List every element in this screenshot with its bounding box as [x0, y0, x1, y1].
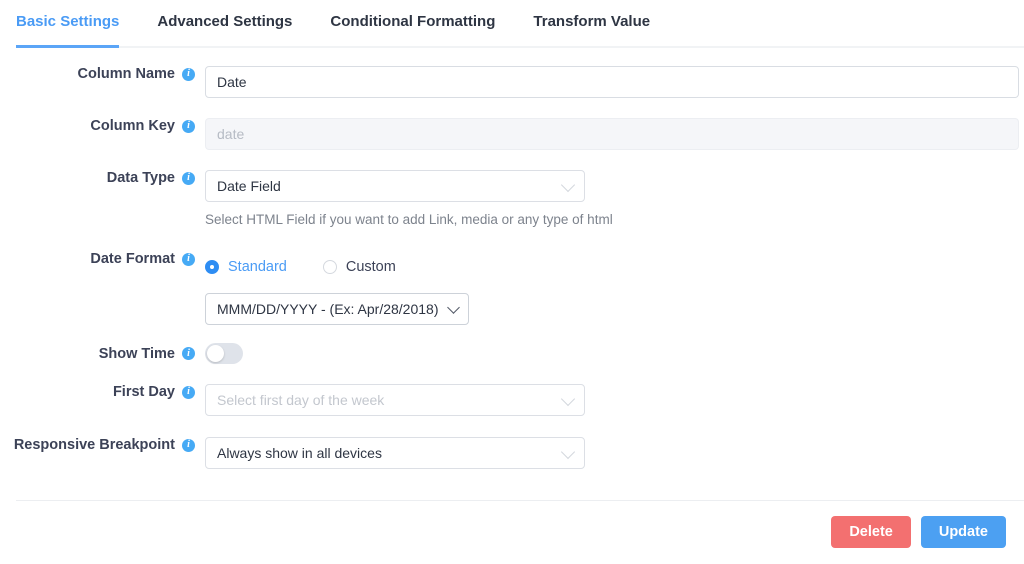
- form-row-date-format: Date Format i Standard Custom MMM/DD/YYY…: [0, 251, 1024, 325]
- form-row-responsive-breakpoint: Responsive Breakpoint i Always show in a…: [0, 437, 1024, 469]
- date-format-select[interactable]: MMM/DD/YYYY - (Ex: Apr/28/2018): [205, 293, 469, 325]
- date-format-value: MMM/DD/YYYY - (Ex: Apr/28/2018): [217, 301, 438, 317]
- show-time-label: Show Time: [99, 346, 175, 362]
- column-key-field-cell: [195, 118, 1024, 150]
- radio-selected-icon: [205, 260, 219, 274]
- show-time-toggle[interactable]: [205, 343, 243, 364]
- radio-option-standard[interactable]: Standard: [205, 259, 287, 275]
- radio-label: Custom: [346, 259, 396, 275]
- date-format-label-cell: Date Format i: [0, 251, 195, 267]
- update-button[interactable]: Update: [921, 516, 1006, 548]
- first-day-select[interactable]: Select first day of the week: [205, 384, 585, 416]
- chevron-down-icon: [448, 301, 461, 314]
- settings-tab-bar: Basic Settings Advanced Settings Conditi…: [0, 0, 1024, 48]
- form-row-first-day: First Day i Select first day of the week: [0, 384, 1024, 416]
- column-key-input: [205, 118, 1019, 150]
- column-key-label: Column Key: [90, 118, 175, 134]
- responsive-breakpoint-field-cell: Always show in all devices: [195, 437, 1024, 469]
- chevron-down-icon: [561, 178, 575, 192]
- date-format-select-wrap: MMM/DD/YYYY - (Ex: Apr/28/2018): [205, 283, 1024, 325]
- radio-unselected-icon: [323, 260, 337, 274]
- data-type-select[interactable]: Date Field: [205, 170, 585, 202]
- tab-label: Advanced Settings: [157, 13, 292, 30]
- radio-label: Standard: [228, 259, 287, 275]
- column-name-label-cell: Column Name i: [0, 66, 195, 82]
- data-type-label: Data Type: [107, 170, 175, 186]
- toggle-knob: [207, 345, 224, 362]
- show-time-label-cell: Show Time i: [0, 346, 195, 362]
- info-icon[interactable]: i: [182, 253, 195, 266]
- tab-label: Transform Value: [533, 13, 650, 30]
- responsive-breakpoint-value: Always show in all devices: [217, 445, 382, 461]
- footer-button-group: Delete Update: [831, 516, 1006, 548]
- date-format-field-cell: Standard Custom MMM/DD/YYYY - (Ex: Apr/2…: [195, 251, 1024, 325]
- tab-advanced-settings[interactable]: Advanced Settings: [157, 0, 292, 48]
- data-type-label-cell: Data Type i: [0, 170, 195, 186]
- chevron-down-icon: [561, 392, 575, 406]
- info-icon[interactable]: i: [182, 172, 195, 185]
- form-row-data-type: Data Type i Date Field Select HTML Field…: [0, 170, 1024, 227]
- info-icon[interactable]: i: [182, 439, 195, 452]
- column-name-input[interactable]: [205, 66, 1019, 98]
- column-name-label: Column Name: [78, 66, 176, 82]
- form-row-column-name: Column Name i: [0, 66, 1024, 98]
- form-row-column-key: Column Key i: [0, 118, 1024, 150]
- info-icon[interactable]: i: [182, 68, 195, 81]
- tab-transform-value[interactable]: Transform Value: [533, 0, 650, 48]
- date-format-radio-group: Standard Custom: [205, 251, 1024, 283]
- column-name-field-cell: [195, 66, 1024, 98]
- responsive-breakpoint-label-cell: Responsive Breakpoint i: [0, 437, 195, 453]
- info-icon[interactable]: i: [182, 120, 195, 133]
- first-day-field-cell: Select first day of the week: [195, 384, 1024, 416]
- form-row-show-time: Show Time i: [0, 343, 1024, 364]
- responsive-breakpoint-select[interactable]: Always show in all devices: [205, 437, 585, 469]
- delete-button[interactable]: Delete: [831, 516, 911, 548]
- first-day-label: First Day: [113, 384, 175, 400]
- chevron-down-icon: [561, 445, 575, 459]
- column-key-label-cell: Column Key i: [0, 118, 195, 134]
- responsive-breakpoint-label: Responsive Breakpoint: [14, 437, 175, 453]
- tab-label: Conditional Formatting: [330, 13, 495, 30]
- first-day-label-cell: First Day i: [0, 384, 195, 400]
- tab-basic-settings[interactable]: Basic Settings: [16, 0, 119, 48]
- first-day-placeholder: Select first day of the week: [217, 392, 384, 408]
- data-type-field-cell: Date Field Select HTML Field if you want…: [195, 170, 1024, 227]
- show-time-field-cell: [195, 343, 1024, 364]
- data-type-value: Date Field: [217, 178, 281, 194]
- info-icon[interactable]: i: [182, 347, 195, 360]
- info-icon[interactable]: i: [182, 386, 195, 399]
- tab-label: Basic Settings: [16, 13, 119, 30]
- form-footer: Delete Update: [0, 500, 1024, 564]
- radio-option-custom[interactable]: Custom: [323, 259, 396, 275]
- tab-conditional-formatting[interactable]: Conditional Formatting: [330, 0, 495, 48]
- data-type-help-text: Select HTML Field if you want to add Lin…: [205, 202, 1024, 227]
- basic-settings-form: Column Name i Column Key i Data Type i D…: [0, 48, 1024, 469]
- date-format-label: Date Format: [90, 251, 175, 267]
